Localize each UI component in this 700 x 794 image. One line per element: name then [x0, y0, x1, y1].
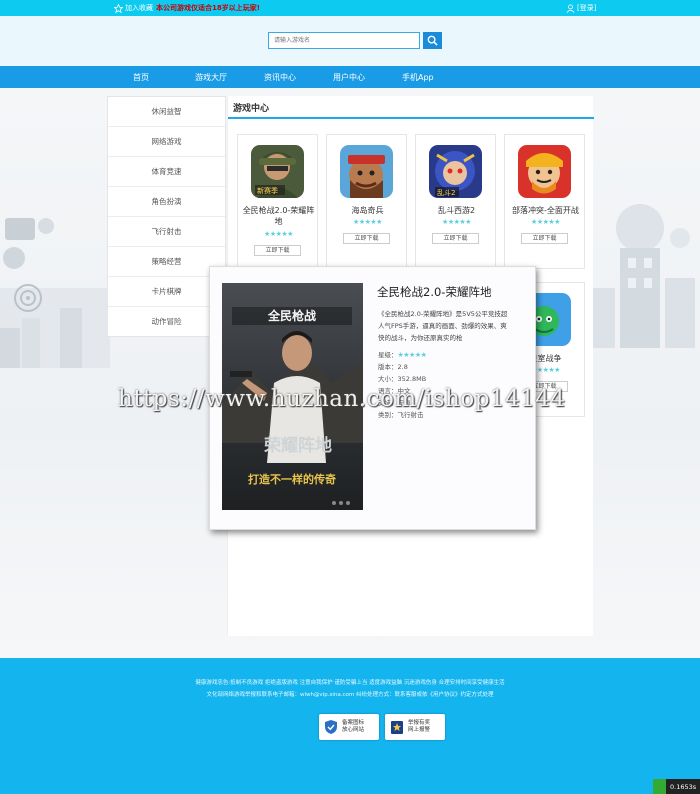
game-name: 部落冲突-全面开战: [512, 206, 579, 215]
record-badge-line1: 备案图标: [342, 720, 365, 726]
record-badge-line2: 放心网站: [342, 727, 365, 733]
svg-text:新赛季: 新赛季: [257, 186, 278, 195]
download-button[interactable]: 立即下载: [521, 233, 568, 244]
report-badge[interactable]: 举报有奖 网上报警: [385, 714, 445, 740]
age-notice: 本公司游戏仅适合18岁以上玩家!: [156, 4, 260, 12]
timer-value: 0.1653s: [670, 782, 697, 791]
download-button[interactable]: 立即下载: [254, 245, 301, 256]
timer-indicator-icon: [653, 779, 666, 794]
report-badge-line2: 网上报警: [408, 727, 431, 733]
svg-text:乱斗2: 乱斗2: [437, 188, 455, 197]
sidebar-item-strategy[interactable]: 策略经营: [108, 247, 225, 277]
popup-title: 全民枪战2.0-荣耀阵地: [377, 285, 492, 299]
left-decoration-illustration: [0, 218, 110, 368]
sidebar-item-casual[interactable]: 休闲益智: [108, 97, 225, 127]
top-bar: 加入收藏 本公司游戏仅适合18岁以上玩家! [登录]: [0, 0, 700, 16]
nav-item-user-center[interactable]: 用户中心: [333, 72, 365, 83]
game-icon-pirate: [340, 145, 393, 198]
game-icon-monkey-king: 乱斗2: [429, 145, 482, 198]
main-nav: 首页 游戏大厅 资讯中心 用户中心 手机App: [0, 66, 700, 88]
game-card[interactable]: 乱斗2 乱斗西游2 ★★★★★ 立即下载: [415, 134, 496, 269]
police-badge-icon: [391, 721, 403, 734]
poster-headline-text: 荣耀阵地: [263, 435, 332, 456]
poster-logo-text: 全民枪战: [267, 308, 316, 323]
search-input[interactable]: [268, 32, 420, 49]
poster-slogan-text: 打造不一样的传奇: [248, 472, 336, 486]
sidebar-item-cards[interactable]: 卡片棋牌: [108, 277, 225, 307]
nav-item-home[interactable]: 首页: [133, 72, 149, 83]
rating-label: 星级：: [378, 351, 398, 359]
render-timer: 0.1653s: [653, 779, 700, 794]
login-link[interactable]: [登录]: [566, 3, 596, 13]
title-divider: [228, 117, 594, 119]
search-icon: [427, 35, 438, 46]
game-name: 全民枪战2.0-荣耀阵地: [242, 206, 315, 226]
game-icon-barbarian: [518, 145, 571, 198]
sidebar-item-sports[interactable]: 体育竞速: [108, 157, 225, 187]
game-name: 乱斗西游2: [437, 206, 476, 215]
sidebar-item-action[interactable]: 动作冒险: [108, 307, 225, 337]
popup-description: 《全民枪战2.0-荣耀阵地》是5V5公平竞技超人气FPS手游，逼真的画面、劲爆的…: [378, 310, 508, 342]
login-label: [登录]: [577, 4, 597, 12]
sidebar-item-online[interactable]: 网络游戏: [108, 127, 225, 157]
watermark-text: https://www.huzhan.com/ishop14144: [118, 386, 566, 412]
footer-health-notice: 健康游戏忠告:抵制不良游戏 拒绝盗版游戏 注意自我保护 谨防受骗上当 适度游戏益…: [195, 680, 505, 686]
nav-item-mobile-app[interactable]: 手机App: [402, 72, 434, 83]
popup-rating: 星级：★★★★★: [378, 349, 427, 359]
game-card[interactable]: 海岛奇兵 ★★★★★ 立即下载: [326, 134, 407, 269]
game-name: 海岛奇兵: [351, 206, 384, 215]
popup-size: 大小：352.8MB: [378, 375, 427, 383]
page-title: 游戏中心: [233, 104, 270, 114]
sidebar-item-shooter[interactable]: 飞行射击: [108, 217, 225, 247]
rating-stars: ★★★★★: [531, 218, 560, 226]
add-favorite-label: 加入收藏: [125, 4, 153, 12]
add-favorite-link[interactable]: 加入收藏: [114, 3, 153, 13]
popup-version: 版本：2.8: [378, 363, 408, 371]
rating-stars: ★★★★★: [442, 218, 471, 226]
shield-icon: [325, 720, 337, 734]
record-badge[interactable]: 备案图标 放心网站: [319, 714, 379, 740]
search-button[interactable]: [423, 32, 442, 49]
sidebar-item-rpg[interactable]: 角色扮演: [108, 187, 225, 217]
nav-item-news[interactable]: 资讯中心: [264, 72, 296, 83]
rating-stars: ★★★★★: [264, 230, 293, 238]
header: [0, 16, 700, 66]
rating-stars: ★★★★★: [397, 351, 427, 359]
game-card[interactable]: 新赛季 全民枪战2.0-荣耀阵地 ★★★★★ 立即下载: [237, 134, 318, 269]
game-card[interactable]: 部落冲突-全面开战 ★★★★★ 立即下载: [504, 134, 585, 269]
download-button[interactable]: 立即下载: [343, 233, 390, 244]
user-icon: [566, 3, 575, 13]
game-icon-soldier: 新赛季: [251, 145, 304, 198]
nav-item-game-hall[interactable]: 游戏大厅: [195, 72, 227, 83]
rating-stars: ★★★★★: [353, 218, 382, 226]
right-decoration-illustration: [585, 204, 695, 348]
footer-contact-info: 文化部网络游戏举报和联系电子邮箱：wlwh@vip.sina.com 纠纷处理方…: [206, 692, 494, 698]
download-button[interactable]: 立即下载: [432, 233, 479, 244]
star-outline-icon: [114, 3, 123, 13]
report-badge-line1: 举报有奖: [408, 720, 431, 726]
